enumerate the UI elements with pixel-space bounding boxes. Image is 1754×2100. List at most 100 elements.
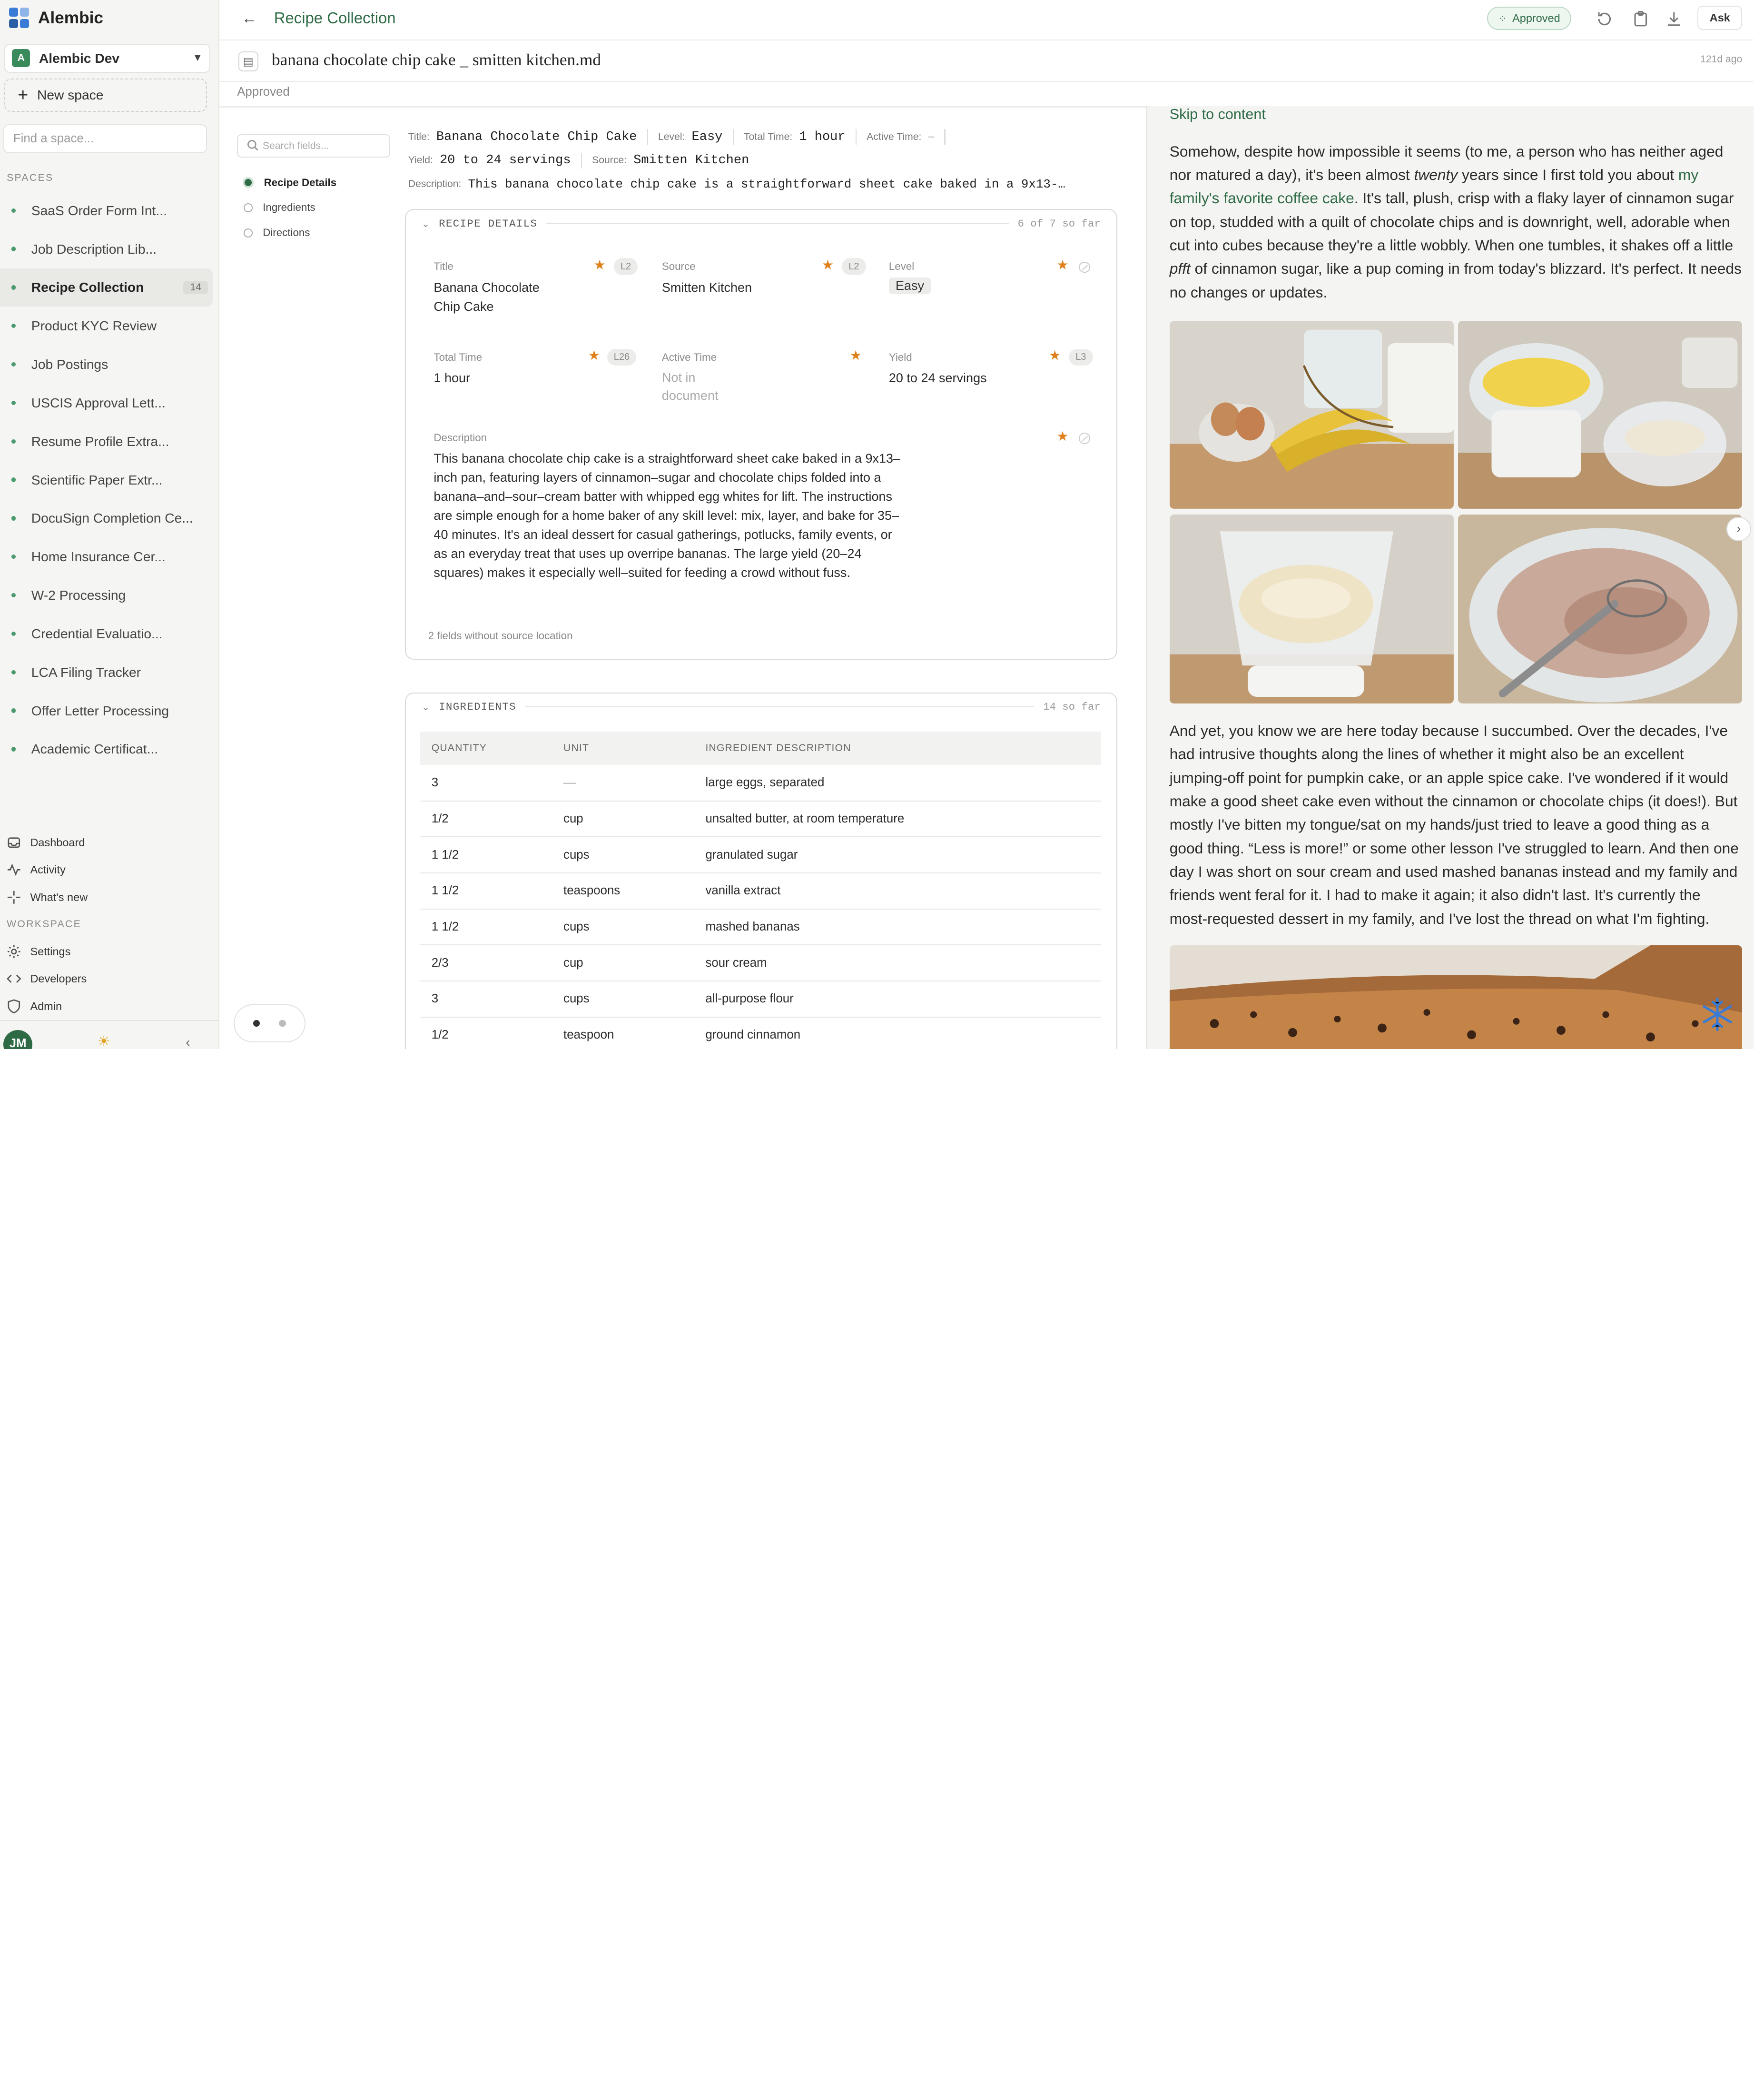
sidebar-item-space[interactable]: Scientific Paper Extr... — [0, 461, 213, 499]
nav-developers[interactable]: Developers — [0, 965, 219, 993]
sidebar-item-space[interactable]: Job Description Lib... — [0, 230, 213, 268]
field-label: Description — [434, 431, 487, 444]
table-cell: cup — [552, 801, 694, 838]
sun-icon[interactable]: ☀ — [97, 1033, 110, 1049]
nav-admin[interactable]: Admin — [0, 993, 219, 1020]
star-icon[interactable]: ★ — [822, 257, 834, 273]
plus-icon: + — [18, 84, 29, 105]
circle-icon — [244, 203, 253, 212]
table-row[interactable]: 1/2 teaspoon ground cinnamon — [420, 1017, 1102, 1050]
table-row[interactable]: 3 cups all-purpose flour — [420, 981, 1102, 1018]
skip-to-content-link[interactable]: Skip to content — [1170, 106, 1266, 123]
field-active-time[interactable]: Active Time Not in document — [662, 351, 869, 405]
new-space-button[interactable]: + New space — [4, 78, 207, 112]
sidebar-item-space[interactable]: Credential Evaluatio... — [0, 614, 213, 653]
nav-label: Admin — [30, 1000, 62, 1012]
workspace-switcher[interactable]: A Alembic Dev ▼ — [4, 43, 210, 73]
photo-cinnamon-sugar — [1458, 514, 1742, 704]
breadcrumb[interactable]: Recipe Collection — [274, 9, 396, 27]
table-row[interactable]: 2/3 cup sour cream — [420, 945, 1102, 981]
page-dot[interactable] — [279, 1020, 286, 1027]
back-arrow-icon[interactable]: ← — [242, 9, 257, 27]
space-icon — [11, 516, 16, 521]
space-label: Academic Certificat... — [31, 741, 158, 757]
clipboard-icon[interactable] — [1632, 10, 1650, 28]
space-icon — [11, 631, 16, 636]
ask-button[interactable]: Ask — [1697, 5, 1743, 30]
sparkle-icon — [8, 891, 20, 904]
table-cell: 1/2 — [420, 1017, 552, 1050]
summary-source-value[interactable]: Smitten Kitchen — [633, 153, 749, 168]
section-nav-item-recipe-details[interactable]: Recipe Details — [242, 170, 336, 195]
brand[interactable]: Alembic — [9, 7, 103, 29]
summary-yield-value[interactable]: 20 to 24 servings — [440, 153, 571, 168]
download-icon[interactable] — [1665, 10, 1683, 28]
search-fields-input[interactable] — [237, 134, 391, 158]
assistant-snowflake-icon[interactable] — [1698, 995, 1736, 1033]
nav-whats-new[interactable]: What's new — [0, 883, 219, 911]
line-reference-tag[interactable]: L3 — [1069, 348, 1093, 366]
fields-without-source-note[interactable]: 2 fields without source location — [428, 630, 573, 642]
table-row[interactable]: 1 1/2 teaspoons vanilla extract — [420, 873, 1102, 910]
summary-level-value[interactable]: Easy — [692, 130, 723, 144]
field-summary: Title: Banana Chocolate Chip Cake Level: E… — [408, 125, 1113, 196]
summary-active-time-value[interactable]: — — [928, 131, 934, 143]
line-reference-tag[interactable]: L2 — [842, 258, 866, 275]
field-yield[interactable]: Yield 20 to 24 servings — [889, 351, 1096, 388]
document-count-badge: 14 — [183, 280, 208, 295]
sidebar-item-space-active[interactable]: Recipe Collection 14 — [0, 268, 213, 307]
star-icon[interactable]: ★ — [1049, 347, 1061, 363]
card-header[interactable]: ⌄ RECIPE DETAILS 6 of 7 so far — [406, 210, 1116, 237]
ingredients-card: ⌄ INGREDIENTS 14 so far QUANTITY UNIT IN… — [404, 692, 1117, 1050]
sidebar-item-space[interactable]: DocuSign Completion Ce... — [0, 499, 213, 537]
star-icon[interactable]: ★ — [1056, 428, 1068, 444]
sidebar-item-space[interactable]: LCA Filing Tracker — [0, 653, 213, 692]
divider — [219, 106, 1146, 108]
sidebar-item-space[interactable]: Home Insurance Cer... — [0, 537, 213, 576]
table-row[interactable]: 3— large eggs, separated — [420, 765, 1102, 802]
table-row[interactable]: 1/2 cup unsalted butter, at room temperatu… — [420, 801, 1102, 838]
history-icon[interactable] — [1596, 10, 1614, 28]
sidebar-item-space[interactable]: Academic Certificat... — [0, 730, 213, 768]
sidebar-item-space[interactable]: USCIS Approval Lett... — [0, 384, 213, 422]
star-icon[interactable]: ★ — [850, 347, 862, 363]
nav-dashboard[interactable]: Dashboard — [0, 829, 219, 856]
sidebar-item-space[interactable]: SaaS Order Form Int... — [0, 191, 213, 230]
review-status: Approved — [237, 85, 290, 99]
field-description[interactable]: Description This banana chocolate chip c… — [434, 432, 926, 583]
find-space-input[interactable] — [3, 124, 207, 153]
collapse-sidebar-icon[interactable]: ‹ — [186, 1034, 190, 1049]
page-dot-active[interactable] — [253, 1020, 260, 1027]
summary-key: Description: — [408, 178, 462, 189]
star-icon[interactable]: ★ — [593, 257, 605, 273]
sidebar-item-space[interactable]: Offer Letter Processing — [0, 692, 213, 730]
summary-total-time-value[interactable]: 1 hour — [799, 130, 845, 144]
file-name: banana chocolate chip cake _ smitten kit… — [272, 50, 601, 69]
section-nav-item-directions[interactable]: Directions — [244, 220, 336, 246]
card-header[interactable]: ⌄ INGREDIENTS 14 so far — [406, 693, 1116, 720]
star-icon[interactable]: ★ — [1056, 257, 1068, 273]
status-badge[interactable]: ⁘ Approved — [1487, 7, 1571, 30]
table-row[interactable]: 1 1/2 cups granulated sugar — [420, 837, 1102, 874]
summary-description-value[interactable]: This banana chocolate chip cake is a str… — [468, 177, 1094, 191]
sidebar-item-space[interactable]: W-2 Processing — [0, 576, 213, 614]
code-icon — [7, 975, 21, 983]
field-source[interactable]: Source Smitten Kitchen — [662, 260, 869, 297]
summary-title-value[interactable]: Banana Chocolate Chip Cake — [436, 130, 637, 144]
user-avatar[interactable]: JM — [3, 1030, 33, 1050]
star-icon[interactable]: ★ — [588, 347, 600, 363]
table-row[interactable]: 1 1/2 cups mashed bananas — [420, 909, 1102, 946]
page-indicator[interactable] — [234, 1004, 305, 1043]
nav-activity[interactable]: Activity — [0, 856, 219, 884]
next-image-button[interactable]: › — [1726, 516, 1751, 542]
column-header: INGREDIENT DESCRIPTION — [694, 731, 1102, 765]
section-nav-item-ingredients[interactable]: Ingredients — [244, 195, 336, 220]
nav-settings[interactable]: Settings — [0, 938, 219, 965]
line-reference-tag[interactable]: L2 — [613, 258, 638, 275]
sidebar-item-space[interactable]: Job Postings — [0, 345, 213, 384]
line-reference-tag[interactable]: L26 — [607, 348, 637, 366]
sidebar-item-space[interactable]: Resume Profile Extra... — [0, 422, 213, 461]
field-title[interactable]: Title Banana Chocolate Chip Cake — [434, 260, 641, 317]
sidebar-item-space[interactable]: Product KYC Review — [0, 307, 213, 345]
search-icon — [247, 140, 258, 151]
